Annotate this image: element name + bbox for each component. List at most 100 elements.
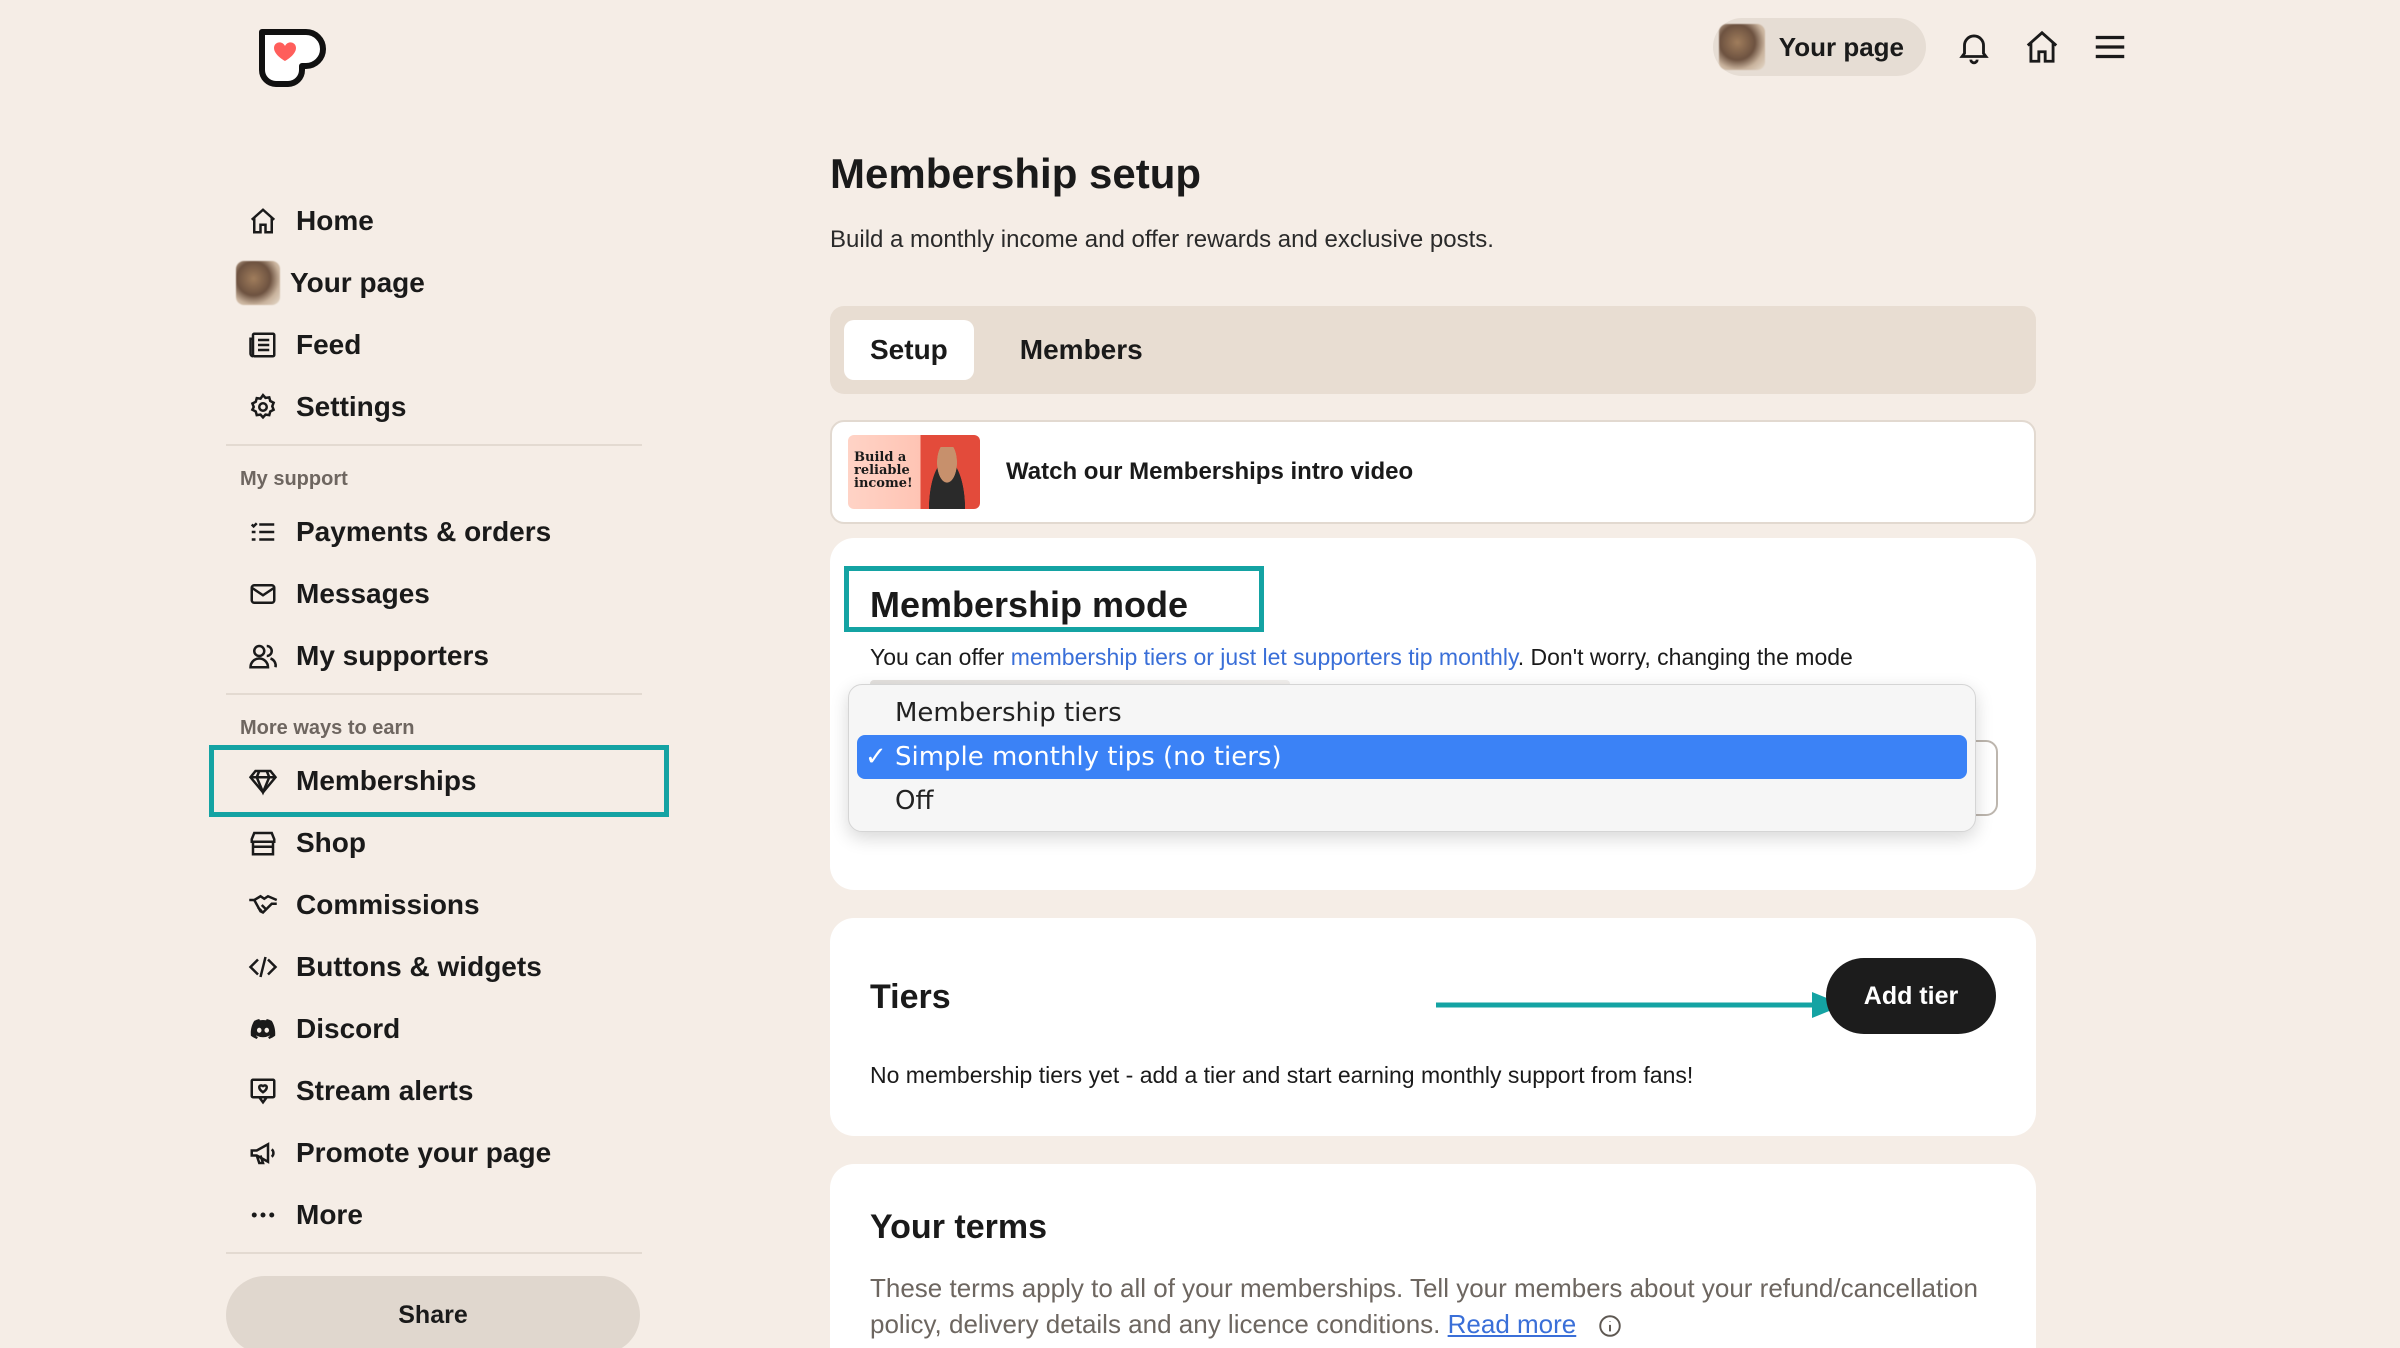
sidebar-item-more[interactable]: More bbox=[226, 1184, 642, 1246]
megaphone-icon bbox=[246, 1136, 280, 1170]
tiers-card: Tiers Add tier No membership tiers yet -… bbox=[830, 918, 2036, 1136]
sidebar-item-promote[interactable]: Promote your page bbox=[226, 1122, 642, 1184]
option-label: Simple monthly tips (no tiers) bbox=[895, 742, 1282, 772]
hamburger-icon bbox=[2095, 35, 2125, 59]
sidebar-item-label: Memberships bbox=[296, 765, 477, 796]
sidebar-item-label: Your page bbox=[290, 267, 425, 298]
page-subtitle: Build a monthly income and offer rewards… bbox=[830, 226, 1494, 253]
arrow-icon bbox=[1436, 992, 1844, 1018]
sidebar-item-label: More bbox=[296, 1199, 363, 1230]
sidebar-item-your-page[interactable]: Your page bbox=[226, 252, 642, 314]
sidebar-item-feed[interactable]: Feed bbox=[226, 314, 642, 376]
option-membership-tiers[interactable]: Membership tiers bbox=[857, 691, 1967, 735]
sidebar-item-label: Settings bbox=[296, 391, 407, 422]
option-off[interactable]: Off bbox=[857, 779, 1967, 823]
gem-icon bbox=[246, 764, 280, 798]
your-page-button[interactable]: Your page bbox=[1712, 18, 1926, 76]
terms-text: These terms apply to all of your members… bbox=[870, 1273, 1978, 1339]
sidebar-item-home[interactable]: Home bbox=[226, 190, 642, 252]
sidebar-item-discord[interactable]: Discord bbox=[226, 998, 642, 1060]
home-icon bbox=[246, 204, 280, 238]
terms-description: These terms apply to all of your members… bbox=[870, 1270, 2000, 1342]
desc-suffix: . Don't worry, changing the mode bbox=[1517, 644, 1853, 670]
app-logo[interactable] bbox=[252, 18, 328, 94]
avatar bbox=[236, 261, 280, 305]
sidebar-item-stream-alerts[interactable]: Stream alerts bbox=[226, 1060, 642, 1122]
membership-mode-card: Membership mode You can offer membership… bbox=[830, 538, 2036, 890]
video-label: Watch our Memberships intro video bbox=[1006, 458, 1414, 485]
sidebar-item-messages[interactable]: Messages bbox=[226, 563, 642, 625]
add-tier-button[interactable]: Add tier bbox=[1826, 958, 1996, 1034]
cup-logo-icon bbox=[259, 29, 326, 87]
sidebar-item-label: Payments & orders bbox=[296, 516, 552, 547]
option-label: Membership tiers bbox=[895, 698, 1122, 728]
sidebar-item-label: Discord bbox=[296, 1013, 401, 1044]
more-icon bbox=[246, 1198, 280, 1232]
membership-mode-title: Membership mode bbox=[870, 584, 1189, 625]
tiers-empty-message: No membership tiers yet - add a tier and… bbox=[870, 1062, 1694, 1088]
section-label-more-ways: More ways to earn bbox=[240, 717, 415, 739]
feed-icon bbox=[246, 328, 280, 362]
discord-icon bbox=[246, 1012, 280, 1046]
terms-title: Your terms bbox=[870, 1208, 1047, 1246]
tab-members[interactable]: Members bbox=[994, 320, 1169, 380]
share-button[interactable]: Share bbox=[226, 1276, 640, 1348]
sidebar-item-label: Stream alerts bbox=[296, 1075, 474, 1106]
code-icon bbox=[246, 950, 280, 984]
mail-icon bbox=[246, 577, 280, 611]
divider bbox=[226, 444, 642, 446]
desc-prefix: You can offer bbox=[870, 644, 1011, 670]
video-thumbnail: Build a reliable income! bbox=[848, 435, 980, 509]
divider bbox=[226, 693, 642, 695]
home-icon bbox=[2026, 30, 2058, 63]
divider bbox=[226, 1252, 642, 1254]
bell-icon bbox=[1959, 34, 1989, 65]
main-content: Membership setup Build a monthly income … bbox=[830, 150, 2036, 1348]
sidebar-item-shop[interactable]: Shop bbox=[226, 812, 642, 874]
avatar bbox=[1718, 24, 1765, 70]
top-nav: Your page bbox=[1712, 18, 2130, 76]
terms-card: Your terms These terms apply to all of y… bbox=[830, 1164, 2036, 1348]
sidebar-item-label: Home bbox=[296, 205, 374, 236]
sidebar-item-payments[interactable]: Payments & orders bbox=[226, 501, 642, 563]
stream-alert-icon bbox=[246, 1074, 280, 1108]
sidebar-item-my-supporters[interactable]: My supporters bbox=[226, 625, 642, 687]
home-button[interactable] bbox=[2022, 27, 2062, 67]
membership-mode-dropdown: Membership tiers ✓ Simple monthly tips (… bbox=[848, 684, 1976, 832]
sidebar-item-label: My supporters bbox=[296, 640, 489, 671]
menu-button[interactable] bbox=[2090, 27, 2130, 67]
read-more-link[interactable]: Read more bbox=[1448, 1309, 1577, 1339]
shop-icon bbox=[246, 826, 280, 860]
membership-mode-description: You can offer membership tiers or just l… bbox=[870, 644, 1853, 671]
tiers-title: Tiers bbox=[870, 978, 951, 1016]
thumbnail-text: Build a reliable income! bbox=[854, 450, 913, 491]
supporters-icon bbox=[246, 639, 280, 673]
option-label: Off bbox=[895, 786, 934, 816]
sidebar-item-label: Messages bbox=[296, 578, 430, 609]
tab-bar: Setup Members bbox=[830, 306, 2036, 394]
notifications-button[interactable] bbox=[1954, 27, 1994, 67]
handshake-icon bbox=[246, 888, 280, 922]
tiers-or-tips-link[interactable]: membership tiers or just let supporters … bbox=[1011, 644, 1518, 670]
sidebar-item-settings[interactable]: Settings bbox=[226, 376, 642, 438]
tab-setup[interactable]: Setup bbox=[844, 320, 974, 380]
sidebar-item-memberships[interactable]: Memberships bbox=[209, 745, 669, 817]
sidebar-item-label: Buttons & widgets bbox=[296, 951, 542, 982]
sidebar-item-label: Commissions bbox=[296, 889, 480, 920]
sidebar-item-label: Shop bbox=[296, 827, 366, 858]
sidebar: Home Your page Feed Settings My support … bbox=[209, 190, 669, 1348]
list-icon bbox=[246, 515, 280, 549]
gear-icon bbox=[246, 390, 280, 424]
info-icon[interactable] bbox=[1597, 1313, 1623, 1339]
checkmark-icon: ✓ bbox=[865, 742, 887, 772]
section-label-my-support: My support bbox=[240, 468, 348, 490]
sidebar-item-label: Promote your page bbox=[296, 1137, 552, 1168]
sidebar-item-label: Feed bbox=[296, 329, 362, 360]
option-simple-monthly-tips[interactable]: ✓ Simple monthly tips (no tiers) bbox=[857, 735, 1967, 779]
page-title: Membership setup bbox=[830, 150, 1202, 197]
sidebar-item-buttons-widgets[interactable]: Buttons & widgets bbox=[226, 936, 642, 998]
your-page-label: Your page bbox=[1778, 31, 1904, 62]
presenter-image bbox=[924, 447, 970, 509]
intro-video-card[interactable]: Build a reliable income! Watch our Membe… bbox=[830, 420, 2036, 524]
sidebar-item-commissions[interactable]: Commissions bbox=[226, 874, 642, 936]
